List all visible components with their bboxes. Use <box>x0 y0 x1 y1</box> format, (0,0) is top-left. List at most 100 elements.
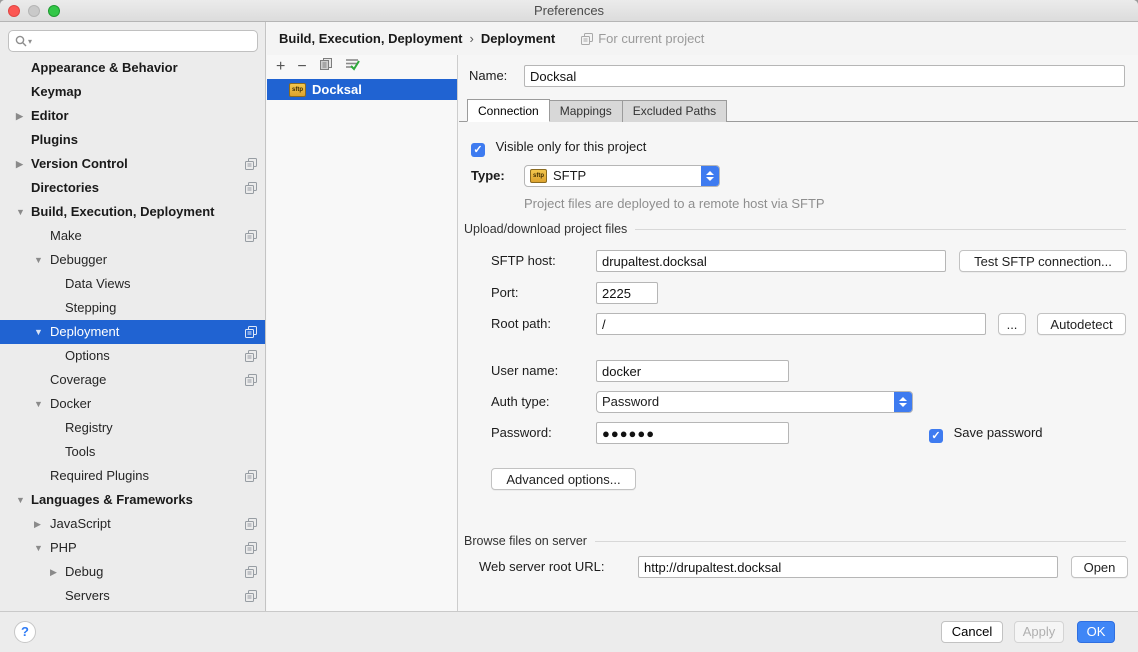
type-hint: Project files are deployed to a remote h… <box>524 196 825 211</box>
save-password-label: Save password <box>954 425 1043 440</box>
advanced-options-button[interactable]: Advanced options... <box>491 468 636 490</box>
chevron-down-icon[interactable]: ▼ <box>16 488 25 512</box>
share-to-project-icon <box>245 326 257 338</box>
sidebar-item-deployment[interactable]: ▼Deployment <box>0 320 265 344</box>
visible-only-checkbox[interactable]: ✓ <box>471 143 485 157</box>
help-button[interactable]: ? <box>14 621 36 643</box>
sidebar-item-build-execution-deployment[interactable]: ▼Build, Execution, Deployment <box>0 200 265 224</box>
chevron-down-icon[interactable]: ▼ <box>34 536 43 560</box>
breadcrumb-current: Deployment <box>481 31 555 46</box>
visible-only-checkbox-row[interactable]: ✓ Visible only for this project <box>471 136 646 158</box>
search-options-caret-icon[interactable]: ▾ <box>28 37 32 46</box>
sidebar-item-data-views[interactable]: Data Views <box>0 272 265 296</box>
sidebar-item-plugins[interactable]: Plugins <box>0 128 265 152</box>
sidebar-item-version-control[interactable]: ▶ Version Control <box>0 152 265 176</box>
sidebar-item-label: Version Control <box>31 152 128 176</box>
sidebar-item-label: Appearance & Behavior <box>31 56 178 80</box>
sidebar-item-directories[interactable]: Directories <box>0 176 265 200</box>
share-to-project-icon <box>245 158 257 170</box>
sidebar-item-debugger[interactable]: ▼Debugger <box>0 248 265 272</box>
name-input[interactable] <box>524 65 1125 87</box>
sidebar-item-label: Keymap <box>31 80 82 104</box>
sidebar-item-php[interactable]: ▼ PHP <box>0 536 265 560</box>
ok-button[interactable]: OK <box>1077 621 1115 643</box>
sftp-host-input[interactable] <box>596 250 946 272</box>
tab-connection[interactable]: Connection <box>467 99 550 122</box>
settings-tree: Appearance & BehaviorKeymap▶EditorPlugin… <box>0 56 265 611</box>
use-as-default-button[interactable] <box>345 56 360 78</box>
project-scope-icon <box>581 33 593 45</box>
search-icon <box>15 35 27 47</box>
apply-button: Apply <box>1014 621 1064 643</box>
chevron-down-icon[interactable]: ▼ <box>16 200 25 224</box>
sidebar-item-options[interactable]: Options <box>0 344 265 368</box>
save-password-checkbox-row[interactable]: ✓ Save password <box>929 422 1043 444</box>
sidebar-item-label: Make <box>50 224 82 248</box>
chevron-right-icon[interactable]: ▶ <box>34 512 41 536</box>
settings-search-field[interactable]: ▾ <box>8 30 258 52</box>
copy-server-button[interactable] <box>319 56 333 78</box>
port-input[interactable] <box>596 282 658 304</box>
sidebar-item-keymap[interactable]: Keymap <box>0 80 265 104</box>
auth-type-select[interactable]: Password <box>596 391 913 413</box>
sidebar-item-required-plugins[interactable]: Required Plugins <box>0 464 265 488</box>
breadcrumb-parent[interactable]: Build, Execution, Deployment <box>279 31 462 46</box>
chevron-down-icon[interactable]: ▼ <box>34 248 43 272</box>
share-to-project-icon <box>245 470 257 482</box>
sidebar-item-label: JavaScript <box>50 512 111 536</box>
save-password-checkbox[interactable]: ✓ <box>929 429 943 443</box>
type-select[interactable]: sftp SFTP <box>524 165 720 187</box>
chevron-right-icon[interactable]: ▶ <box>16 104 23 128</box>
server-list-item-docksal[interactable]: sftpDocksal <box>267 79 457 100</box>
search-input[interactable] <box>36 34 251 49</box>
server-name-label: Docksal <box>312 82 362 97</box>
chevron-right-icon[interactable]: ▶ <box>16 152 23 176</box>
sidebar-item-servers[interactable]: Servers <box>0 584 265 608</box>
root-path-input[interactable] <box>596 313 986 335</box>
port-label: Port: <box>491 282 518 304</box>
chevron-right-icon[interactable]: ▶ <box>50 560 57 584</box>
sidebar-item-coverage[interactable]: Coverage <box>0 368 265 392</box>
sidebar-item-label: Servers <box>65 584 110 608</box>
open-url-button[interactable]: Open <box>1071 556 1128 578</box>
sftp-icon: sftp <box>530 169 547 183</box>
chevron-down-icon[interactable]: ▼ <box>34 392 43 416</box>
sidebar-item-debug[interactable]: ▶Debug <box>0 560 265 584</box>
sidebar-item-tools[interactable]: Tools <box>0 440 265 464</box>
sidebar-item-editor[interactable]: ▶Editor <box>0 104 265 128</box>
web-root-input[interactable] <box>638 556 1058 578</box>
sidebar-item-languages-frameworks[interactable]: ▼Languages & Frameworks <box>0 488 265 512</box>
autodetect-button[interactable]: Autodetect <box>1037 313 1126 335</box>
tab-excluded-paths[interactable]: Excluded Paths <box>623 100 727 122</box>
sidebar-item-javascript[interactable]: ▶ JavaScript <box>0 512 265 536</box>
section-divider <box>635 229 1126 230</box>
browse-section-title: Browse files on server <box>464 534 587 548</box>
add-server-button[interactable]: + <box>276 56 285 78</box>
sidebar-item-docker[interactable]: ▼Docker <box>0 392 265 416</box>
sidebar-item-appearance-behavior[interactable]: Appearance & Behavior <box>0 56 265 80</box>
type-label: Type: <box>471 165 505 187</box>
test-sftp-connection-button[interactable]: Test SFTP connection... <box>959 250 1127 272</box>
sidebar-item-registry[interactable]: Registry <box>0 416 265 440</box>
share-to-project-icon <box>245 542 257 554</box>
browse-root-path-button[interactable]: ... <box>998 313 1026 335</box>
sidebar-item-label: PHP <box>50 536 77 560</box>
tab-strip: ConnectionMappingsExcluded Paths <box>459 99 1138 122</box>
upload-section-title: Upload/download project files <box>464 222 627 236</box>
cancel-button[interactable]: Cancel <box>941 621 1003 643</box>
sidebar-item-make[interactable]: Make <box>0 224 265 248</box>
share-to-project-icon <box>245 350 257 362</box>
tab-mappings[interactable]: Mappings <box>550 100 623 122</box>
type-value: SFTP <box>553 165 586 187</box>
remove-server-button[interactable]: − <box>297 56 306 78</box>
share-to-project-icon <box>245 182 257 194</box>
preferences-window: Preferences ▾ Appearance & BehaviorKeyma… <box>0 0 1138 652</box>
user-name-input[interactable] <box>596 360 789 382</box>
web-root-label: Web server root URL: <box>479 556 604 578</box>
chevron-down-icon[interactable]: ▼ <box>34 320 43 344</box>
sidebar-item-label: Directories <box>31 176 99 200</box>
title-bar: Preferences <box>0 0 1138 22</box>
sidebar-item-stepping[interactable]: Stepping <box>0 296 265 320</box>
auth-type-select-stepper-icon <box>894 392 912 412</box>
password-input[interactable] <box>596 422 789 444</box>
